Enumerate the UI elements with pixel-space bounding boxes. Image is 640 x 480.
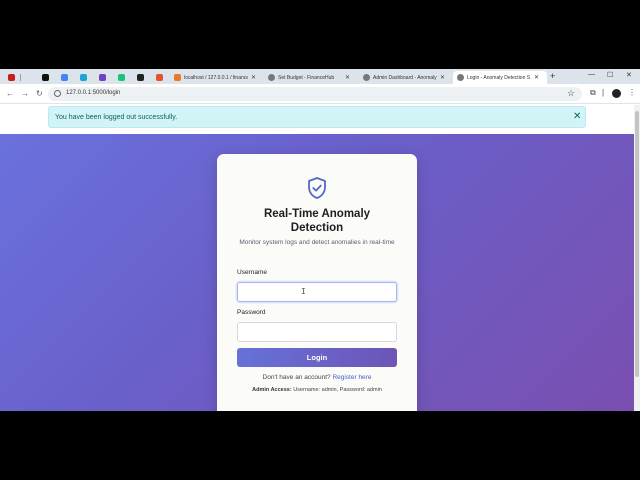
tab-favicon-icon <box>117 74 125 81</box>
menu-kebab-icon[interactable]: ⋮ <box>628 88 636 97</box>
tab-pinned-8[interactable] <box>150 71 168 84</box>
register-prompt: Don't have an account? Register here <box>217 374 417 381</box>
username-label: Username <box>237 269 267 276</box>
login-button[interactable]: Login <box>237 348 397 367</box>
tab-pinned-3[interactable] <box>55 71 73 84</box>
tab-favicon-icon <box>155 74 163 81</box>
bookmark-star-icon[interactable]: ☆ <box>567 88 575 99</box>
minimize-icon[interactable]: — <box>588 71 595 78</box>
admin-access-label: Admin Access: <box>252 387 292 393</box>
tab-phpmyadmin[interactable]: localhost / 127.0.0.1 / finance ✕ <box>170 71 256 84</box>
password-field[interactable] <box>237 322 397 342</box>
tab-pinned-4[interactable] <box>74 71 92 84</box>
admin-access-note: Admin Access: Username: admin, Password:… <box>217 387 417 393</box>
admin-access-text: Username: admin, Password: admin <box>293 387 382 393</box>
tab-favicon-icon <box>7 74 15 81</box>
close-icon[interactable]: ✕ <box>573 111 581 122</box>
page-title: Real-Time Anomaly Detection <box>217 207 417 235</box>
tab-favicon-icon <box>363 74 370 81</box>
new-tab-button[interactable]: + <box>550 71 555 81</box>
tab-set-budget[interactable]: Set Budget - FinanceHub ✕ <box>264 71 350 84</box>
tab-favicon-icon <box>174 74 181 81</box>
tab-favicon-icon <box>457 74 464 81</box>
tab-pinned-6[interactable] <box>112 71 130 84</box>
register-prompt-text: Don't have an account? <box>262 374 331 381</box>
tab-favicon-icon <box>268 74 275 81</box>
maximize-icon[interactable]: ☐ <box>607 71 613 79</box>
alert-area: You have been logged out successfully. ✕ <box>0 105 634 134</box>
back-icon[interactable]: ← <box>6 89 14 98</box>
title-line-2: Detection <box>290 222 344 234</box>
page-scrollbar[interactable] <box>634 105 640 411</box>
tab-favicon-icon <box>41 74 49 81</box>
browser-window: localhost / 127.0.0.1 / finance ✕ Set Bu… <box>0 69 640 411</box>
tab-favicon-icon <box>136 74 144 81</box>
tab-close-icon[interactable]: ✕ <box>534 74 539 81</box>
reload-icon[interactable]: ↻ <box>36 89 43 98</box>
forward-icon[interactable]: → <box>21 89 29 98</box>
text-cursor-icon: I <box>301 287 306 296</box>
url-text: 127.0.0.1:5000/login <box>66 90 121 96</box>
tab-strip: localhost / 127.0.0.1 / finance ✕ Set Bu… <box>0 69 640 84</box>
login-card: Real-Time Anomaly Detection Monitor syst… <box>217 154 417 411</box>
scrollbar-thumb[interactable] <box>635 111 639 377</box>
tab-pinned-7[interactable] <box>131 71 149 84</box>
tab-login-active[interactable]: Login - Anomaly Detection S ✕ <box>453 71 547 84</box>
tab-close-icon[interactable]: ✕ <box>440 74 445 81</box>
register-link[interactable]: Register here <box>332 374 371 381</box>
tab-pinned-2[interactable] <box>36 71 54 84</box>
logout-alert: You have been logged out successfully. ✕ <box>48 106 586 128</box>
tab-title: Admin Dashboard - Anomaly <box>373 74 437 81</box>
username-field[interactable] <box>237 282 397 302</box>
alert-message: You have been logged out successfully. <box>55 114 178 121</box>
tab-pinned-5[interactable] <box>93 71 111 84</box>
login-page: You have been logged out successfully. ✕… <box>0 105 634 411</box>
google-icon <box>60 74 68 81</box>
tab-title: Set Budget - FinanceHub <box>278 74 335 81</box>
screen: localhost / 127.0.0.1 / finance ✕ Set Bu… <box>0 0 640 480</box>
browser-toolbar: ← → ↻ 127.0.0.1:5000/login ☆ ⧉ | ⋮ <box>0 84 640 104</box>
title-line-1: Real-Time Anomaly <box>263 208 371 220</box>
extensions-icon[interactable]: ⧉ <box>590 88 596 98</box>
page-subtitle: Monitor system logs and detect anomalies… <box>239 239 395 246</box>
shield-check-icon <box>308 177 326 199</box>
address-bar[interactable]: 127.0.0.1:5000/login ☆ <box>48 87 582 101</box>
close-window-icon[interactable]: ✕ <box>626 71 632 79</box>
tab-close-icon[interactable]: ✕ <box>345 74 350 81</box>
divider-icon: | <box>602 88 605 97</box>
tab-close-icon[interactable]: ✕ <box>251 74 256 81</box>
password-label: Password <box>237 309 266 316</box>
tab-title: Login - Anomaly Detection S <box>467 74 531 81</box>
site-info-icon[interactable] <box>54 90 61 97</box>
tab-favicon-icon <box>79 74 87 81</box>
tab-admin-dashboard[interactable]: Admin Dashboard - Anomaly ✕ <box>359 71 445 84</box>
tab-favicon-icon <box>98 74 106 81</box>
tab-pinned-1[interactable] <box>2 71 20 84</box>
tab-separator <box>20 74 21 81</box>
tab-title: localhost / 127.0.0.1 / finance <box>184 74 248 81</box>
profile-avatar[interactable] <box>612 89 621 98</box>
